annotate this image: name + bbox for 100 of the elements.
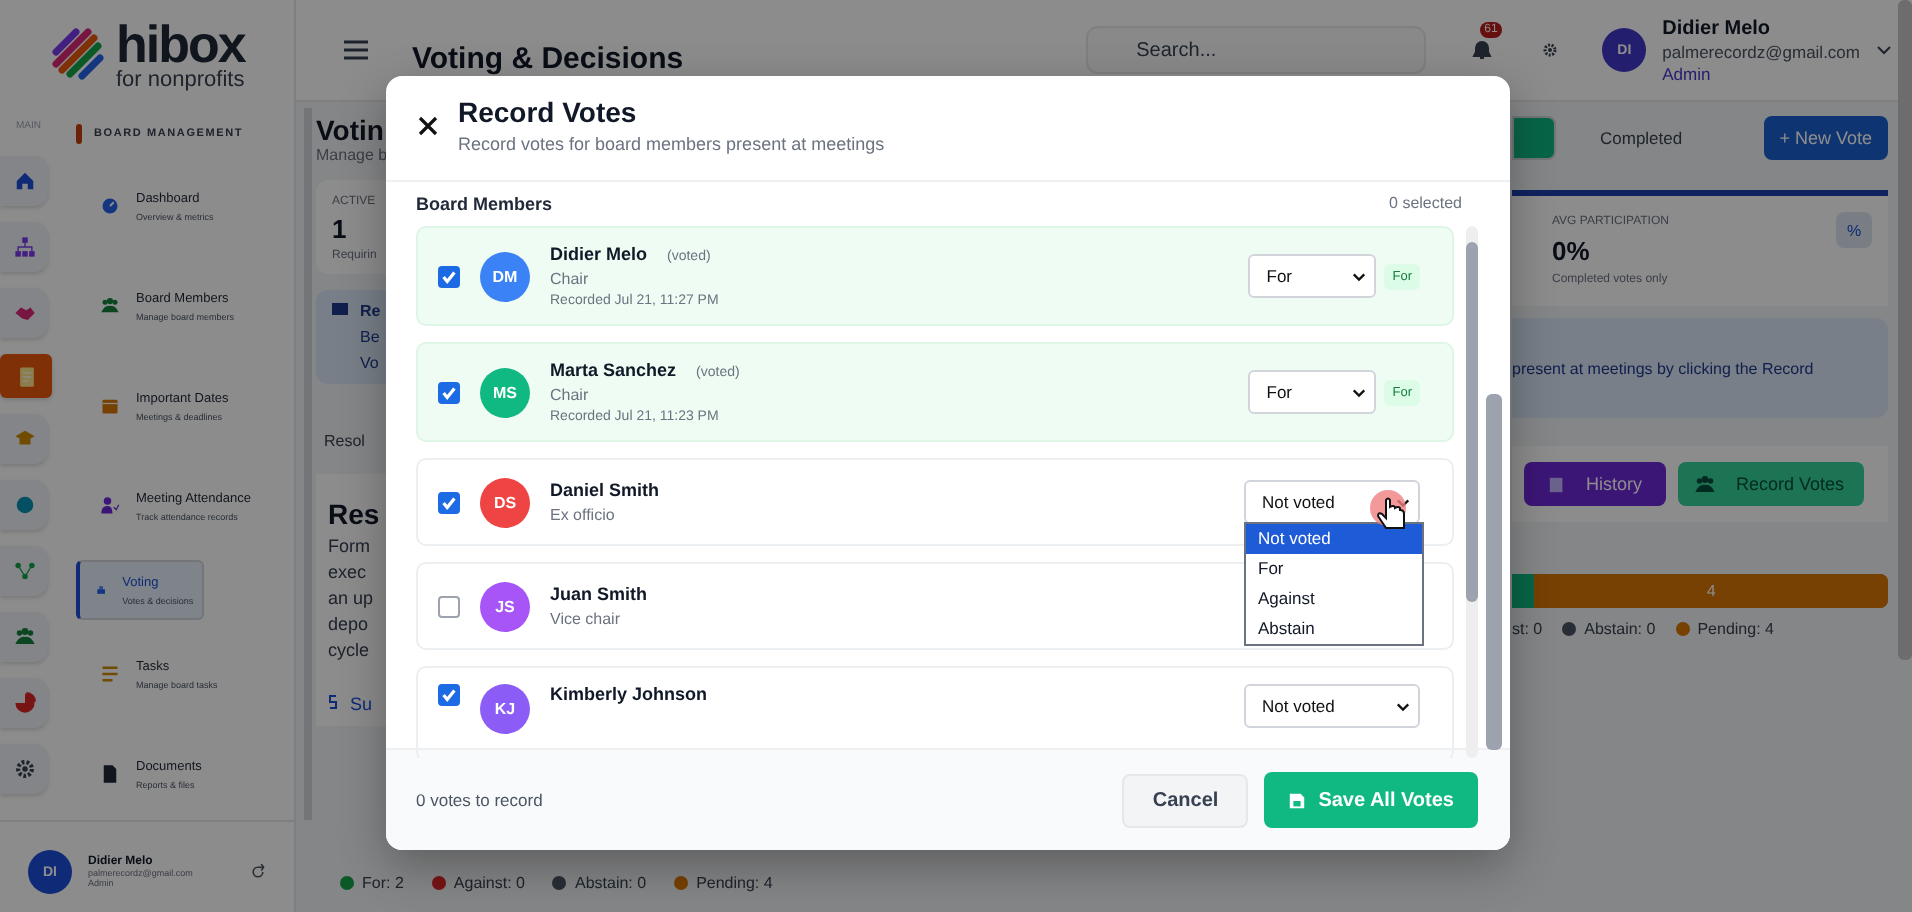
people-icon xyxy=(13,626,35,648)
rail-button[interactable] xyxy=(0,678,48,728)
search-field[interactable]: Search... xyxy=(1086,26,1427,74)
rail-button[interactable] xyxy=(0,546,48,596)
card-link[interactable]: Su xyxy=(350,694,373,714)
member-role: Ex officio xyxy=(550,506,617,524)
card-text: cycle xyxy=(328,640,372,660)
checkbox[interactable] xyxy=(438,265,460,287)
vote-select[interactable]: For xyxy=(1248,254,1377,298)
rail-button[interactable] xyxy=(0,156,48,206)
logo-tagline: for nonprofits xyxy=(116,69,245,91)
avatar: DM xyxy=(480,251,530,301)
member-name: Marta Sanchez xyxy=(550,360,677,380)
banner-text: Vo xyxy=(360,354,381,372)
section-heading: Board Members xyxy=(416,194,553,214)
user-email: palmerecordz@gmail.com xyxy=(1662,41,1860,61)
chevron-icon xyxy=(1396,701,1410,711)
checkbox[interactable] xyxy=(438,381,460,403)
gear-icon xyxy=(13,758,35,780)
card-text: Form xyxy=(328,536,372,556)
dropdown-option[interactable]: Abstain xyxy=(1246,614,1422,644)
selected-count: 0 selected xyxy=(1389,194,1462,214)
sitemap-icon xyxy=(13,236,35,258)
member-role: Chair xyxy=(550,270,591,288)
rail-button[interactable] xyxy=(0,744,48,794)
ballot-box-icon xyxy=(96,580,107,600)
avatar: KJ xyxy=(480,684,530,734)
rail-button[interactable] xyxy=(0,222,48,272)
card-text: depo xyxy=(328,614,371,634)
legend-label: Abstain: 0 xyxy=(1584,620,1656,638)
history-button[interactable]: History xyxy=(1524,462,1667,506)
graduation-cap-icon xyxy=(13,428,35,450)
dropdown-option[interactable]: For xyxy=(1246,554,1422,584)
scrollbar[interactable] xyxy=(1466,226,1478,758)
legend-dot xyxy=(1562,622,1577,636)
legend-dot xyxy=(431,875,446,889)
member-role: Chair xyxy=(550,386,591,404)
dropdown-option[interactable]: Against xyxy=(1246,584,1422,614)
legend-dot xyxy=(340,875,354,889)
user-role: Admin xyxy=(1662,63,1713,83)
document-icon xyxy=(16,365,38,387)
chevron-icon xyxy=(1352,387,1367,397)
card-text: an up xyxy=(328,588,376,608)
scrollbar[interactable] xyxy=(1898,0,1912,660)
vote-select[interactable]: Not voted xyxy=(1244,684,1420,728)
gear-icon[interactable] xyxy=(1542,42,1559,58)
menu-icon[interactable] xyxy=(344,40,368,60)
refresh-icon[interactable] xyxy=(250,864,266,880)
checkbox[interactable] xyxy=(438,595,460,617)
rail-button[interactable] xyxy=(0,480,48,530)
legend-dot xyxy=(674,875,689,889)
record-votes-button[interactable]: Record Votes xyxy=(1678,462,1864,506)
legend-label: Pending: 4 xyxy=(696,873,773,891)
checkbox[interactable] xyxy=(438,491,460,513)
card-title: Res xyxy=(328,498,382,530)
cancel-button[interactable]: Cancel xyxy=(1122,773,1249,827)
tab[interactable]: Resol xyxy=(316,432,386,450)
file-icon xyxy=(100,764,120,784)
person-icon xyxy=(100,496,120,516)
stat-value: 1 xyxy=(332,214,349,244)
dialog-subtitle: Record votes for board members present at meetings xyxy=(458,134,885,154)
save-icon xyxy=(1288,791,1307,809)
chevron-icon xyxy=(1352,271,1367,281)
member-name: Juan Smith xyxy=(550,584,648,604)
legend-label: Abstain: 0 xyxy=(574,873,647,891)
people-icon xyxy=(100,296,120,316)
rail-button[interactable] xyxy=(0,354,52,398)
pie-chart-icon xyxy=(13,692,35,714)
vote-select[interactable]: For xyxy=(1248,370,1377,414)
dialog-title: Record Votes xyxy=(458,96,639,128)
dropdown-option[interactable]: Not voted xyxy=(1246,524,1422,554)
stat-value: 0% xyxy=(1552,236,1592,266)
checkbox[interactable] xyxy=(438,684,460,706)
logo-name: hibox xyxy=(116,17,245,69)
calendar-icon xyxy=(100,396,120,416)
gauge-icon xyxy=(100,196,120,216)
legend-label: st: 0 xyxy=(1512,620,1543,638)
bell-icon[interactable] xyxy=(1470,38,1495,62)
logo-icon xyxy=(48,24,108,84)
rail-button[interactable] xyxy=(0,288,48,338)
tab[interactable] xyxy=(1512,116,1556,160)
legend-dot xyxy=(1675,622,1690,636)
people-icon xyxy=(1694,473,1717,495)
page-title: Voting & Decisions xyxy=(412,41,686,75)
legend-label: Pending: 4 xyxy=(1697,620,1774,638)
member-name: Didier Melo xyxy=(550,244,648,264)
votes-count: 0 votes to record xyxy=(416,790,545,810)
chevron-icon[interactable] xyxy=(1876,44,1892,56)
section-subtitle: Manage b xyxy=(316,146,386,164)
rail-button[interactable] xyxy=(0,612,48,662)
user-name: Didier Melo xyxy=(1662,17,1773,39)
banner-text: Be xyxy=(360,328,381,346)
percent-badge: % xyxy=(1836,212,1872,248)
banner-text: present at meetings by clicking the Record xyxy=(1512,318,1888,418)
member-name: Kimberly Johnson xyxy=(550,684,708,704)
avatar: DS xyxy=(480,477,530,527)
section-title: Votin xyxy=(316,114,386,146)
avatar: MS xyxy=(480,367,530,417)
rail-button[interactable] xyxy=(0,414,48,464)
new-vote-button[interactable]: + New Vote xyxy=(1763,116,1888,160)
